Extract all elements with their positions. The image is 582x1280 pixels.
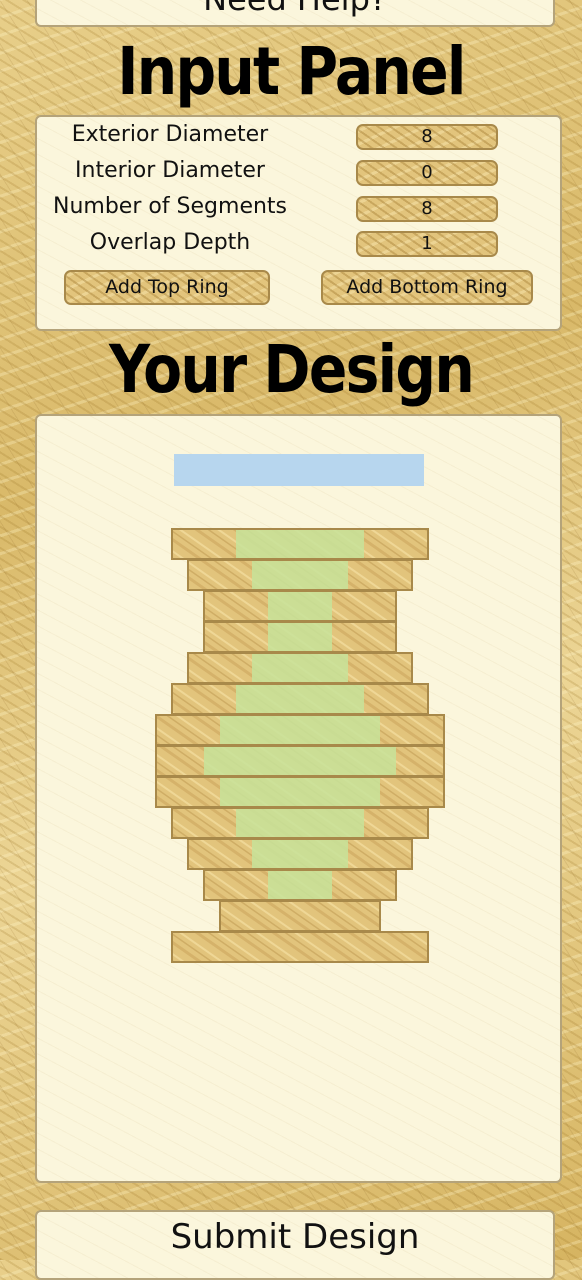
add-top-ring-button[interactable]: Add Top Ring [64, 270, 270, 305]
add-bottom-ring-button[interactable]: Add Bottom Ring [321, 270, 533, 305]
submit-design-button[interactable]: Submit Design [35, 1210, 555, 1280]
overlap-depth-label: Overlap Depth [89, 230, 251, 255]
overlap-depth-input[interactable]: 1 [356, 231, 498, 257]
need-help-label: Need Help? [37, 0, 553, 18]
ring-12-overlap [268, 871, 332, 899]
selected-ring-highlight[interactable] [174, 454, 424, 486]
vessel-diagram [155, 454, 445, 963]
interior-diameter-label: Interior Diameter [75, 158, 265, 183]
input-panel-title: Input Panel [117, 33, 466, 110]
design-title: Your Design [108, 331, 475, 408]
submit-design-label: Submit Design [170, 1217, 420, 1257]
number-of-segments-label: Number of Segments [52, 194, 288, 219]
ring-8-overlap [204, 747, 396, 775]
input-panel: Exterior Diameter 8 Interior Diameter 0 … [35, 115, 562, 331]
interior-diameter-input[interactable]: 0 [356, 160, 498, 186]
number-of-segments-input[interactable]: 8 [356, 196, 498, 222]
ring-9-overlap [220, 778, 380, 806]
ring-4-overlap [268, 623, 332, 651]
ring-3-overlap [268, 592, 332, 620]
exterior-diameter-label: Exterior Diameter [71, 122, 269, 147]
ring-10-overlap [236, 809, 364, 837]
ring-6-overlap [236, 685, 364, 713]
ring-1-overlap [236, 530, 364, 558]
ring-14[interactable] [171, 931, 429, 963]
ring-2-overlap [252, 561, 348, 589]
exterior-diameter-input[interactable]: 8 [356, 124, 498, 150]
ring-5-overlap [252, 654, 348, 682]
ring-11-overlap [252, 840, 348, 868]
need-help-button[interactable]: Need Help? [35, 0, 555, 27]
ring-7-overlap [220, 716, 380, 744]
design-canvas[interactable] [35, 414, 562, 1183]
ring-13[interactable] [219, 900, 381, 932]
